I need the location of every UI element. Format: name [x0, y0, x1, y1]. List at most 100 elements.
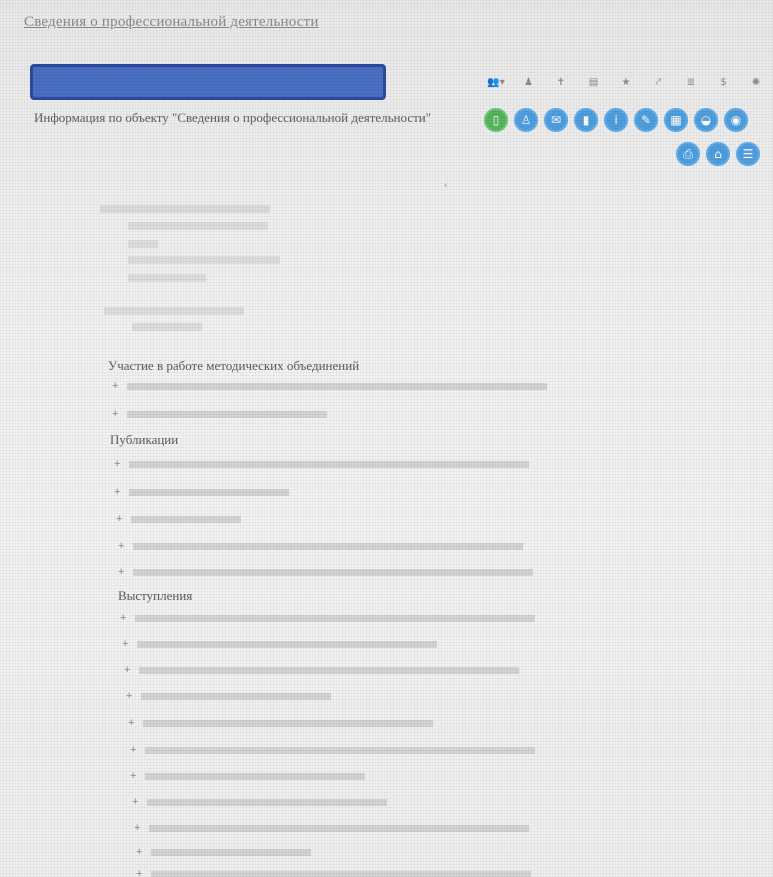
- faint-field-row: [128, 240, 158, 248]
- illegible-item-text: [137, 641, 438, 649]
- list-item[interactable]: +: [114, 458, 530, 470]
- menu-button[interactable]: ☰: [736, 142, 760, 166]
- illegible-item-text: [127, 411, 328, 419]
- list-item[interactable]: +: [130, 744, 536, 756]
- section-heading-speeches: Выступления: [118, 588, 193, 603]
- illegible-item-text: [145, 747, 536, 755]
- illegible-item-text: [151, 871, 532, 877]
- expand-icon[interactable]: +: [130, 744, 136, 756]
- car-icon: ◒: [700, 113, 712, 127]
- action-buttons-row-2: ⎙ ⌂ ☰: [676, 142, 760, 166]
- info-button[interactable]: i: [604, 108, 628, 132]
- illegible-item-text: [143, 720, 434, 728]
- accessibility-icon[interactable]: ✝: [551, 76, 571, 90]
- calendar-button[interactable]: ▦: [664, 108, 688, 132]
- illegible-item-text: [141, 693, 332, 701]
- action-buttons-row-1: ▯ ♙ ✉ ▮ i ✎ ▦ ◒ ◉: [484, 108, 748, 132]
- dollar-icon[interactable]: $: [714, 76, 734, 90]
- list-item[interactable]: +: [128, 717, 434, 729]
- expand-icon[interactable]: +: [126, 690, 132, 702]
- list-item[interactable]: +: [124, 664, 520, 676]
- print-button[interactable]: ⎙: [676, 142, 700, 166]
- list-item[interactable]: +: [132, 796, 388, 808]
- list-item[interactable]: +: [112, 380, 548, 392]
- list-item[interactable]: +: [118, 540, 524, 552]
- info-icon: i: [614, 113, 618, 127]
- car-button[interactable]: ◒: [694, 108, 718, 132]
- page-title[interactable]: Сведения о профессиональной деятельности: [24, 14, 319, 31]
- list-item[interactable]: +: [130, 770, 366, 782]
- settings-icon[interactable]: ✺: [746, 76, 766, 90]
- list-item[interactable]: +: [122, 638, 438, 650]
- illegible-item-text: [129, 489, 290, 497]
- list-item[interactable]: +: [126, 690, 332, 702]
- illegible-item-text: [133, 543, 524, 551]
- illegible-item-text: [133, 569, 534, 577]
- expand-icon[interactable]: +: [114, 486, 120, 498]
- expand-icon[interactable]: +: [136, 868, 142, 877]
- users-button[interactable]: ♙: [514, 108, 538, 132]
- illegible-item-text: [135, 615, 536, 623]
- section-heading-methodical: Участие в работе методических объединени…: [108, 358, 360, 373]
- camera-button[interactable]: ◉: [724, 108, 748, 132]
- illegible-item-text: [145, 773, 366, 781]
- expand-icon[interactable]: +: [118, 566, 124, 578]
- star-icon[interactable]: ★: [616, 76, 636, 90]
- person-icon[interactable]: ♟: [519, 76, 539, 90]
- edit-button[interactable]: ✎: [634, 108, 658, 132]
- faint-field-row: [100, 205, 270, 213]
- faint-field-row: [128, 222, 268, 230]
- list-item[interactable]: +: [112, 408, 328, 420]
- redacted-header-banner: [30, 64, 386, 100]
- list-item[interactable]: +: [114, 486, 290, 498]
- lock-button[interactable]: ▮: [574, 108, 598, 132]
- cursor-mark: ‹: [444, 180, 448, 191]
- expand-icon[interactable]: +: [116, 513, 122, 525]
- expand-icon[interactable]: +: [120, 612, 126, 624]
- print-icon: ⎙: [683, 146, 693, 161]
- users-icon[interactable]: 👥▾: [486, 76, 506, 90]
- expand-icon[interactable]: +: [128, 717, 134, 729]
- list-item[interactable]: +: [134, 822, 530, 834]
- document-icon[interactable]: ▤: [584, 76, 604, 90]
- illegible-item-text: [149, 825, 530, 833]
- phone-button[interactable]: ▯: [484, 108, 508, 132]
- list-item[interactable]: +: [118, 566, 534, 578]
- list-item[interactable]: +: [116, 513, 242, 525]
- expand-icon[interactable]: +: [112, 380, 118, 392]
- mail-button[interactable]: ✉: [544, 108, 568, 132]
- object-heading: Информация по объекту "Сведения о профес…: [34, 110, 432, 125]
- list-item[interactable]: +: [120, 612, 536, 624]
- illegible-item-text: [129, 461, 530, 469]
- section-heading-publications: Публикации: [110, 432, 179, 447]
- expand-icon[interactable]: +: [118, 540, 124, 552]
- expand-icon[interactable]: +: [134, 822, 140, 834]
- list-item[interactable]: +: [136, 868, 532, 877]
- users-icon: ♙: [520, 113, 532, 127]
- illegible-item-text: [127, 383, 548, 391]
- menu-icon: ☰: [742, 147, 754, 161]
- lock-icon: ▮: [582, 113, 590, 127]
- faint-field-row: [132, 323, 202, 331]
- home-button[interactable]: ⌂: [706, 142, 730, 166]
- faint-field-row: [128, 256, 280, 264]
- expand-icon[interactable]: +: [124, 664, 130, 676]
- page-sheet: Сведения о профессиональной деятельности…: [0, 0, 773, 877]
- expand-icon[interactable]: +: [122, 638, 128, 650]
- phone-icon: ▯: [492, 113, 500, 127]
- faint-field-row: [128, 274, 206, 282]
- mail-icon: ✉: [550, 113, 562, 127]
- illegible-item-text: [131, 516, 242, 524]
- expand-icon[interactable]: +: [112, 408, 118, 420]
- illegible-item-text: [139, 667, 520, 675]
- list-item[interactable]: +: [136, 846, 312, 858]
- expand-icon[interactable]: +: [132, 796, 138, 808]
- expand-icon[interactable]: +: [114, 458, 120, 470]
- expand-icon[interactable]: +: [136, 846, 142, 858]
- edit-icon: ✎: [640, 113, 652, 127]
- link-icon[interactable]: ⤤: [649, 76, 669, 90]
- camera-icon: ◉: [730, 113, 742, 127]
- list-icon[interactable]: ≣: [681, 76, 701, 90]
- expand-icon[interactable]: +: [130, 770, 136, 782]
- home-icon: ⌂: [714, 147, 722, 161]
